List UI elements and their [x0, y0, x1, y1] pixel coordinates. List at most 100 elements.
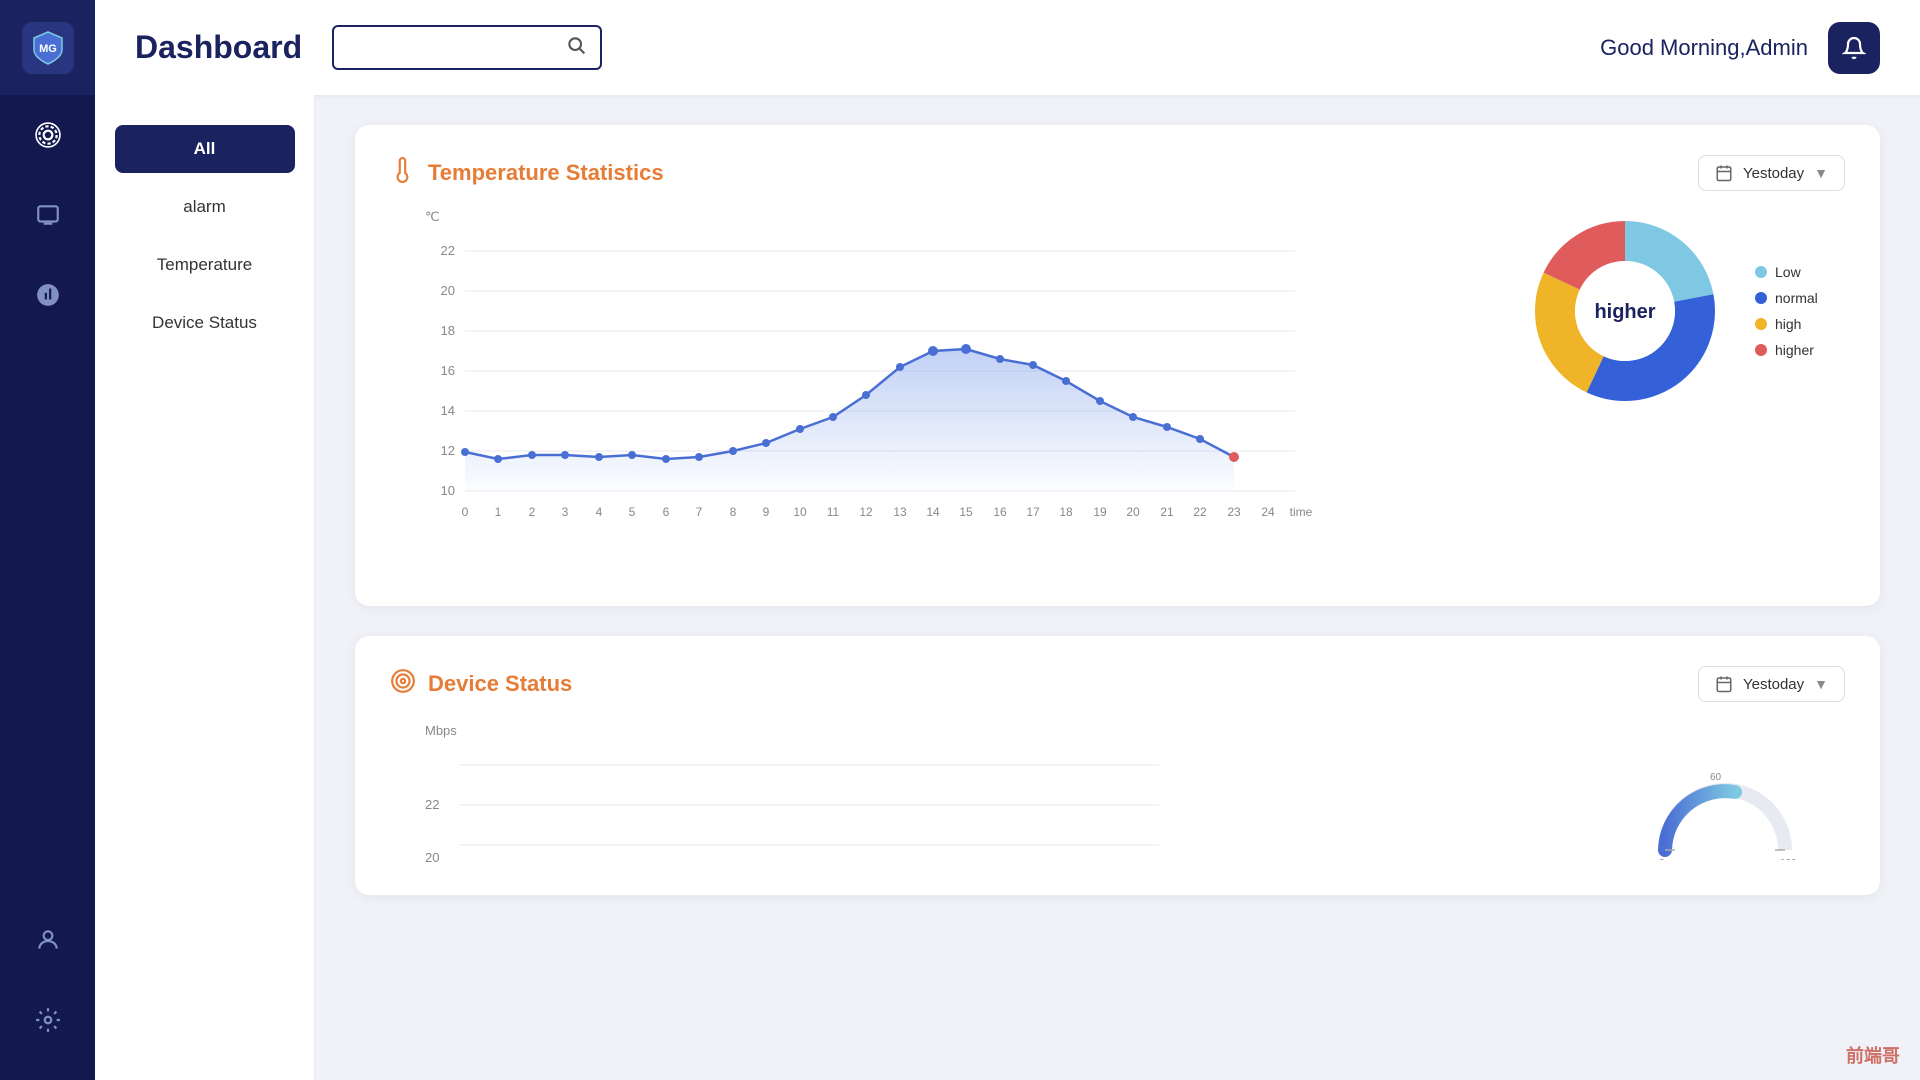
temp-card-header: Temperature Statistics Yestoday ▼ [390, 155, 1845, 191]
svg-text:22: 22 [1193, 505, 1207, 519]
svg-text:1: 1 [495, 505, 502, 519]
legend-normal: normal [1755, 290, 1818, 306]
device-chart-svg [459, 745, 1159, 865]
svg-text:100: 100 [1780, 858, 1795, 860]
svg-text:23: 23 [1227, 505, 1241, 519]
svg-text:16: 16 [441, 363, 455, 378]
line-chart-svg: 22 20 18 16 14 12 10 [425, 231, 1325, 571]
legend-label-low: Low [1775, 264, 1801, 280]
svg-text:15: 15 [959, 505, 973, 519]
legend-dot-low [1755, 266, 1767, 278]
topbar: Dashboard Good Morning,Admin [95, 0, 1920, 95]
device-dropdown[interactable]: Yestoday ▼ [1698, 666, 1845, 702]
device-gauge-preview: 0 60 100 [1655, 760, 1795, 865]
svg-text:16: 16 [993, 505, 1007, 519]
legend-label-higher: higher [1775, 342, 1814, 358]
temp-dropdown[interactable]: Yestoday ▼ [1698, 155, 1845, 191]
svg-text:19: 19 [1093, 505, 1107, 519]
svg-text:60: 60 [1710, 772, 1722, 783]
svg-text:0: 0 [462, 505, 469, 519]
device-title-wrap: Device Status [390, 668, 572, 701]
svg-text:17: 17 [1026, 505, 1040, 519]
svg-text:7: 7 [696, 505, 703, 519]
left-nav: All alarm Temperature Device Status [95, 95, 315, 1080]
search-icon [566, 35, 586, 60]
nav-item-alarm[interactable]: alarm [115, 183, 295, 231]
svg-text:14: 14 [441, 403, 455, 418]
sidebar-item-settings[interactable] [0, 980, 95, 1060]
main-content: Temperature Statistics Yestoday ▼ [315, 95, 1920, 1080]
legend: Low normal high [1755, 264, 1818, 358]
logo-badge: MG [22, 22, 74, 74]
legend-dot-higher [1755, 344, 1767, 356]
svg-text:higher: higher [1594, 301, 1655, 323]
svg-text:6: 6 [663, 505, 670, 519]
svg-text:24: 24 [1261, 505, 1275, 519]
sidebar-item-chart[interactable] [0, 255, 95, 335]
svg-text:MG: MG [39, 43, 57, 55]
svg-text:9: 9 [763, 505, 770, 519]
device-dropdown-label: Yestoday [1743, 676, 1804, 693]
svg-text:22: 22 [441, 243, 455, 258]
svg-text:20: 20 [1126, 505, 1140, 519]
legend-low: Low [1755, 264, 1818, 280]
svg-text:0: 0 [1659, 858, 1665, 860]
device-chevron-icon: ▼ [1814, 676, 1828, 692]
temp-card-title: Temperature Statistics [428, 160, 664, 186]
svg-text:3: 3 [562, 505, 569, 519]
legend-label-high: high [1775, 316, 1801, 332]
target-icon [390, 668, 416, 701]
nav-item-temperature[interactable]: Temperature [115, 241, 295, 289]
sidebar-logo: MG [0, 0, 95, 95]
svg-text:10: 10 [793, 505, 807, 519]
svg-text:21: 21 [1160, 505, 1174, 519]
chevron-down-icon: ▼ [1814, 165, 1828, 181]
svg-text:11: 11 [827, 505, 840, 519]
legend-high: high [1755, 316, 1818, 332]
temp-dropdown-label: Yestoday [1743, 165, 1804, 182]
sidebar-item-camera[interactable] [0, 95, 95, 175]
svg-text:18: 18 [441, 323, 455, 338]
thermometer-icon [390, 157, 416, 190]
temperature-card: Temperature Statistics Yestoday ▼ [355, 125, 1880, 606]
device-y-axis-unit: Mbps [425, 723, 457, 738]
donut-chart: higher [1525, 211, 1725, 411]
svg-text:4: 4 [596, 505, 603, 519]
page-title: Dashboard [135, 29, 302, 66]
svg-text:5: 5 [629, 505, 636, 519]
device-card-header: Device Status Yestoday ▼ [390, 666, 1845, 702]
sidebar: MG [0, 0, 95, 1080]
device-y-22: 22 [425, 797, 439, 812]
svg-text:8: 8 [730, 505, 737, 519]
svg-text:2: 2 [529, 505, 536, 519]
content-area: All alarm Temperature Device Status Temp… [95, 95, 1920, 1080]
greeting-text: Good Morning,Admin [1600, 35, 1808, 61]
donut-wrap: higher Low normal [1525, 211, 1845, 411]
device-status-card: Device Status Yestoday ▼ Mbps [355, 636, 1880, 895]
nav-item-device-status[interactable]: Device Status [115, 299, 295, 347]
legend-dot-normal [1755, 292, 1767, 304]
svg-text:time: time [1290, 505, 1313, 519]
sidebar-item-device[interactable] [0, 175, 95, 255]
temp-chart-body: ℃ [390, 211, 1845, 576]
device-y-20: 20 [425, 850, 439, 865]
legend-higher: higher [1755, 342, 1818, 358]
svg-text:10: 10 [441, 483, 455, 498]
main-wrapper: Dashboard Good Morning,Admin All [95, 0, 1920, 1080]
device-card-title: Device Status [428, 671, 572, 697]
svg-text:18: 18 [1059, 505, 1073, 519]
svg-text:12: 12 [441, 443, 455, 458]
svg-text:12: 12 [859, 505, 873, 519]
nav-item-all[interactable]: All [115, 125, 295, 173]
search-input[interactable] [348, 39, 558, 56]
sidebar-item-user[interactable] [0, 900, 95, 980]
svg-text:14: 14 [926, 505, 940, 519]
svg-text:13: 13 [893, 505, 907, 519]
device-chart-area: Mbps 22 20 [425, 722, 1845, 865]
topbar-right: Good Morning,Admin [1600, 22, 1880, 74]
temp-title-wrap: Temperature Statistics [390, 157, 664, 190]
search-box [332, 25, 602, 70]
svg-text:20: 20 [441, 283, 455, 298]
legend-dot-high [1755, 318, 1767, 330]
bell-button[interactable] [1828, 22, 1880, 74]
